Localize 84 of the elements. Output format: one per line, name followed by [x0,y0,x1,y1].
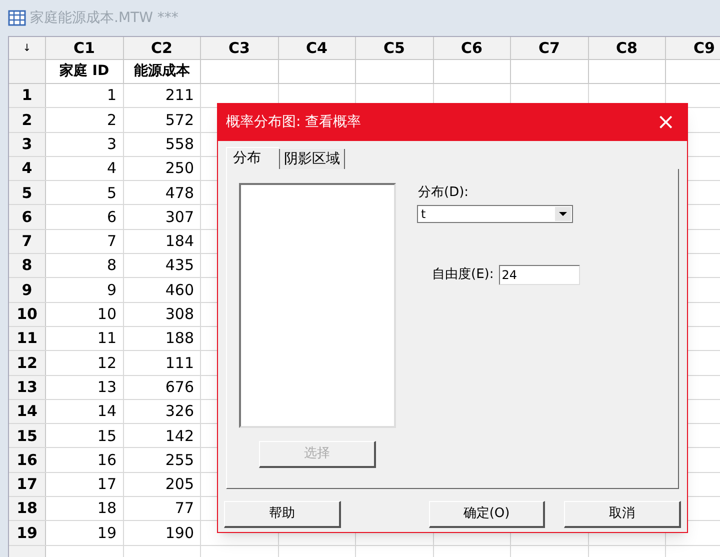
row-number[interactable]: 9 [9,278,46,302]
row-number[interactable]: 16 [9,448,46,472]
table-cell: 14 [46,400,124,424]
column-header[interactable]: C4 [278,37,356,59]
table-cell: 77 [124,497,201,520]
close-button[interactable]: × [656,112,675,134]
distribution-label: 分布(D): [418,184,470,202]
list-box[interactable] [239,183,396,428]
degrees-of-freedom-field[interactable]: 24 [498,264,580,284]
table-cell: 676 [124,376,201,399]
row-number[interactable]: 11 [9,326,46,350]
table-cell: 17 [46,472,124,496]
corner-cell: ↓ [9,37,46,59]
dialog-button[interactable]: 取消 [564,501,682,528]
column-header[interactable]: C6 [434,37,511,59]
row-number[interactable]: 4 [9,156,46,180]
dialog-button[interactable]: 确定(O) [428,501,546,528]
row-number[interactable]: 2 [9,108,46,132]
column-header[interactable]: C2 [124,37,201,59]
table-cell: 11 [46,326,124,350]
table-cell: 250 [124,156,201,180]
row-number[interactable]: 13 [9,376,46,399]
row-number[interactable]: 10 [9,302,46,326]
tab[interactable]: 阴影区域 [279,149,345,169]
row-number[interactable]: 5 [9,181,46,204]
table-cell: 1 [46,84,124,108]
table-cell: 10 [46,302,124,326]
row-number[interactable]: 18 [9,497,46,520]
column-header[interactable]: C5 [356,37,434,59]
table-cell: 307 [124,205,201,229]
table-cell: 2 [46,108,124,132]
table-cell: 9 [46,278,124,302]
table-cell: 19 [46,521,124,545]
table-cell: 5 [46,181,124,204]
table-cell: 8 [46,254,124,278]
table-cell: 111 [124,351,201,375]
table-cell: 460 [124,278,201,302]
column-name-cell[interactable]: 能源成本 [124,60,201,83]
table-cell: 188 [124,326,201,350]
table-cell: 190 [124,521,201,545]
row-number[interactable]: 19 [9,521,46,545]
table-cell: 15 [46,424,124,448]
row-number[interactable]: 7 [9,230,46,254]
tab[interactable]: 分布 [226,147,279,169]
column-name-cell[interactable]: 家庭 ID [46,60,124,83]
table-cell: 308 [124,302,201,326]
column-header[interactable]: C8 [588,37,666,59]
column-header[interactable]: C1 [46,37,124,59]
row-number[interactable]: 1 [9,84,46,108]
table-cell: 18 [46,497,124,520]
row-number[interactable]: 15 [9,424,46,448]
row-number[interactable]: 8 [9,254,46,278]
column-header[interactable]: C9 [666,37,720,59]
table-cell: 3 [46,132,124,156]
table-cell: 205 [124,472,201,496]
table-cell: 6 [46,205,124,229]
table-cell: 142 [124,424,201,448]
window-title: 家庭能源成本.MTW *** [30,8,178,28]
table-cell: 211 [124,84,201,108]
degrees-of-freedom-label: 自由度(E): [432,266,494,284]
row-number[interactable]: 17 [9,472,46,496]
row-number[interactable]: 14 [9,400,46,424]
table-cell: 4 [46,156,124,180]
dropdown-value: t [420,206,426,222]
table-cell: 572 [124,108,201,132]
dialog-title: 概率分布图: 查看概率 [226,113,362,132]
row-number[interactable]: 12 [9,351,46,375]
column-header[interactable]: C7 [511,37,588,59]
table-cell: 16 [46,448,124,472]
dialog-button[interactable]: 帮助 [224,501,341,528]
table-cell: 435 [124,254,201,278]
distribution-dropdown[interactable]: t [417,204,573,222]
table-cell: 12 [46,351,124,375]
table-icon [8,10,26,26]
table-cell: 326 [124,400,201,424]
table-cell: 255 [124,448,201,472]
table-cell: 184 [124,230,201,254]
table-cell: 478 [124,181,201,204]
column-header[interactable]: C3 [201,37,278,59]
row-number[interactable]: 6 [9,205,46,229]
table-cell: 558 [124,132,201,156]
table-cell: 7 [46,230,124,254]
row-number[interactable]: 3 [9,132,46,156]
table-cell: 13 [46,376,124,399]
